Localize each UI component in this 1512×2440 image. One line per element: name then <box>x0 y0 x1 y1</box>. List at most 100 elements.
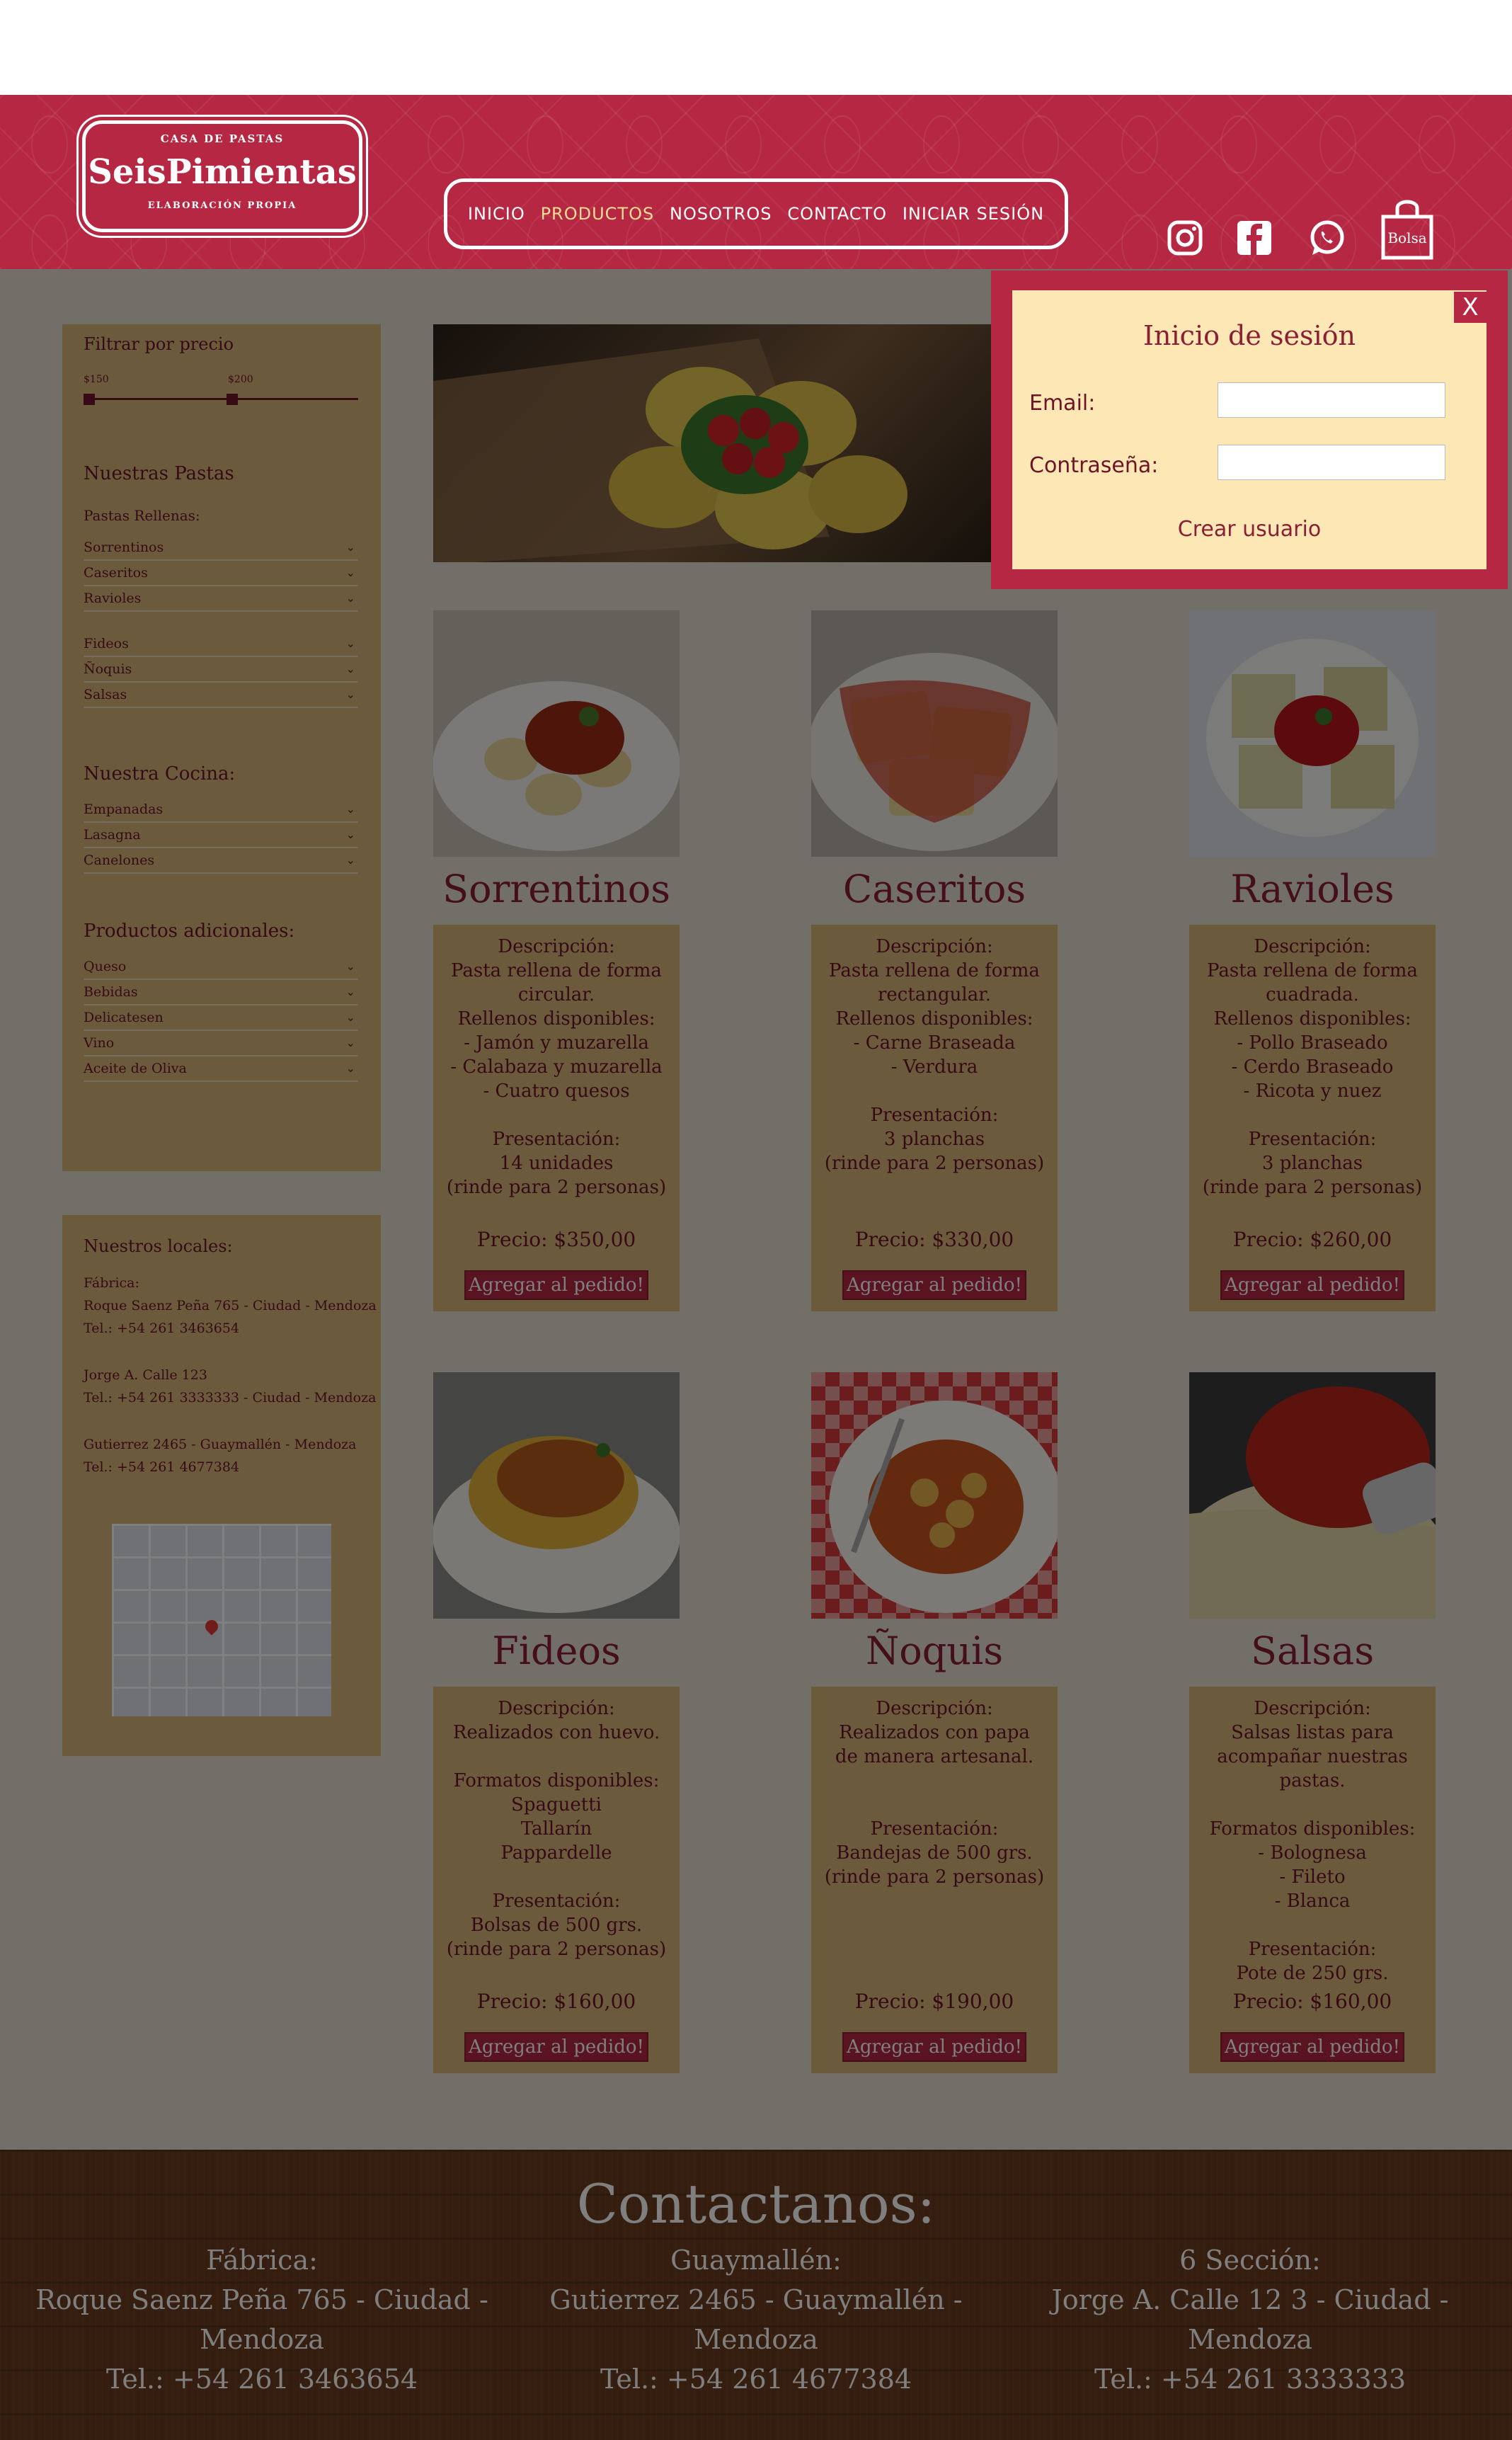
password-label: Contraseña: <box>1029 453 1159 478</box>
add-to-order-button[interactable]: Agregar al pedido! <box>842 1270 1026 1300</box>
footer-col-fabrica: Fábrica: Roque Saenz Peña 765 - Ciudad -… <box>14 2240 510 2399</box>
footer-col-phone: Tel.: +54 261 3333333 <box>1094 2364 1407 2395</box>
site-footer: Contactanos: Fábrica: Roque Saenz Peña 7… <box>0 2150 1512 2440</box>
price-slider-min-handle[interactable] <box>84 394 95 405</box>
footer-col-guaymallen: Guaymallén: Gutierrez 2465 - Guaymallén … <box>508 2240 1004 2399</box>
product-description-lines: Descripción: Realizados con papa de mane… <box>811 1697 1058 1889</box>
sidebar-item-label: Caseritos <box>84 565 148 581</box>
add-to-order-button[interactable]: Agregar al pedido! <box>464 2032 648 2062</box>
nav-inicio[interactable]: INICIO <box>468 204 525 224</box>
desc-line: Tallarín <box>520 1818 592 1840</box>
password-field[interactable] <box>1218 445 1445 480</box>
desc-line: Rellenos disponibles: <box>457 1008 655 1030</box>
sidebar-item-caseritos[interactable]: Caseritos ⌄ <box>84 562 358 586</box>
desc-line: Presentación: <box>492 1891 621 1912</box>
shopping-bag-icon[interactable]: Bolsa <box>1380 195 1434 261</box>
price-slider-max-handle[interactable] <box>227 394 238 405</box>
desc-line <box>433 1103 680 1127</box>
sidebar-item-salsas[interactable]: Salsas ⌄ <box>84 684 358 708</box>
product-title: Sorrentinos <box>442 867 670 911</box>
price-slider-track[interactable] <box>84 398 358 400</box>
product-description-lines: Descripción: Pasta rellena de forma circ… <box>433 935 680 1199</box>
product-description: Descripción: Realizados con papa de mane… <box>811 1687 1058 2073</box>
desc-line: Descripción: <box>1254 936 1371 957</box>
sidebar-item-bebidas[interactable]: Bebidas ⌄ <box>84 981 358 1005</box>
locations-map[interactable] <box>112 1524 331 1716</box>
desc-line: - Blanca <box>1274 1891 1351 1912</box>
sidebar-item-label: Salsas <box>84 687 127 702</box>
instagram-icon[interactable] <box>1165 218 1205 258</box>
desc-line: Presentación: <box>1248 1939 1377 1960</box>
sidebar-item-sorrentinos[interactable]: Sorrentinos ⌄ <box>84 537 358 561</box>
whatsapp-icon[interactable] <box>1307 218 1346 258</box>
nav-contacto[interactable]: CONTACTO <box>787 204 887 224</box>
add-to-order-button[interactable]: Agregar al pedido! <box>464 1270 648 1300</box>
product-description-lines: Descripción: Pasta rellena de forma cuad… <box>1189 935 1436 1199</box>
chevron-down-icon: ⌄ <box>345 1061 355 1075</box>
create-user-link[interactable]: Crear usuario <box>1012 517 1487 542</box>
desc-line: - Cerdo Braseado <box>1231 1056 1394 1078</box>
nav-iniciar-sesion[interactable]: INICIAR SESIÓN <box>903 204 1044 224</box>
price-max-label: $200 <box>228 374 253 385</box>
close-icon[interactable]: X <box>1454 292 1487 323</box>
desc-line: Bolsas de 500 grs. <box>470 1915 643 1936</box>
desc-line: - Calabaza y muzarella <box>450 1056 663 1078</box>
product-description: Descripción: Realizados con huevo. Forma… <box>433 1687 680 2073</box>
desc-line: Presentación: <box>870 1105 999 1126</box>
ravioles-image <box>1189 610 1436 857</box>
site-header: CASA DE PASTAS SeisPimientas ELABORACIÓN… <box>0 95 1512 269</box>
product-description: Descripción: Pasta rellena de forma cuad… <box>1189 925 1436 1311</box>
logo[interactable]: CASA DE PASTAS SeisPimientas ELABORACIÓN… <box>82 120 362 232</box>
sidebar-item-queso[interactable]: Queso ⌄ <box>84 956 358 980</box>
chevron-down-icon: ⌄ <box>345 540 355 554</box>
add-to-order-button[interactable]: Agregar al pedido! <box>842 2032 1026 2062</box>
chevron-down-icon: ⌄ <box>345 802 355 816</box>
adicionales-title: Productos adicionales: <box>84 920 295 942</box>
sidebar-item-fideos[interactable]: Fideos ⌄ <box>84 633 358 657</box>
desc-line: Bandejas de 500 grs. <box>836 1842 1033 1864</box>
sidebar-item-delicatesen[interactable]: Delicatesen ⌄ <box>84 1007 358 1031</box>
desc-line: Presentación: <box>492 1129 621 1150</box>
sidebar-item-vino[interactable]: Vino ⌄ <box>84 1032 358 1056</box>
desc-line: (rinde para 2 personas) <box>824 1153 1045 1174</box>
desc-line: Descripción: <box>876 1698 993 1719</box>
add-to-order-button[interactable]: Agregar al pedido! <box>1220 2032 1404 2062</box>
product-price: Precio: $160,00 <box>476 1990 636 2013</box>
sidebar-item-canelones[interactable]: Canelones ⌄ <box>84 850 358 874</box>
product-title: Caseritos <box>842 867 1026 911</box>
desc-line: - Carne Braseada <box>853 1032 1016 1054</box>
facebook-icon[interactable] <box>1235 218 1274 258</box>
sidebar-item-aceite[interactable]: Aceite de Oliva ⌄ <box>84 1058 358 1082</box>
sidebar-item-label: Ravioles <box>84 591 142 606</box>
logo-brand: SeisPimientas <box>88 152 357 192</box>
email-field[interactable] <box>1218 382 1445 418</box>
footer-col-title: Guaymallén: <box>670 2245 842 2276</box>
filter-title: Filtrar por precio <box>84 334 234 354</box>
product-price: Precio: $190,00 <box>854 1990 1014 2013</box>
sidebar-item-lasagna[interactable]: Lasagna ⌄ <box>84 824 358 848</box>
desc-line: - Pollo Braseado <box>1237 1032 1388 1054</box>
sidebar-item-ravioles[interactable]: Ravioles ⌄ <box>84 588 358 612</box>
desc-line: Pasta rellena de forma <box>451 960 662 981</box>
desc-line: Descripción: <box>498 936 615 957</box>
chevron-down-icon: ⌄ <box>345 591 355 605</box>
caseritos-image <box>811 610 1058 857</box>
nav-productos[interactable]: PRODUCTOS <box>541 204 655 224</box>
salsas-image <box>1189 1372 1436 1619</box>
map-pin-icon <box>202 1617 221 1636</box>
product-title: Ravioles <box>1230 867 1394 911</box>
sidebar-item-empanadas[interactable]: Empanadas ⌄ <box>84 799 358 823</box>
nav-nosotros[interactable]: NOSOTROS <box>670 204 772 224</box>
sidebar-item-noquis[interactable]: Ñoquis ⌄ <box>84 659 358 683</box>
fabrica-phone: Tel.: +54 261 3463654 <box>84 1321 240 1336</box>
product-description: Descripción: Salsas listas para acompaña… <box>1189 1687 1436 2073</box>
bag-label: Bolsa <box>1387 229 1427 246</box>
chevron-down-icon: ⌄ <box>345 1036 355 1049</box>
product-price: Precio: $160,00 <box>1232 1990 1392 2013</box>
desc-line: Descripción: <box>876 936 993 957</box>
add-to-order-button[interactable]: Agregar al pedido! <box>1220 1270 1404 1300</box>
sidebar-item-label: Lasagna <box>84 827 141 843</box>
sidebar-item-label: Fideos <box>84 636 129 651</box>
footer-title: Contactanos: <box>576 2172 936 2235</box>
desc-line: de manera artesanal. <box>835 1746 1034 1767</box>
